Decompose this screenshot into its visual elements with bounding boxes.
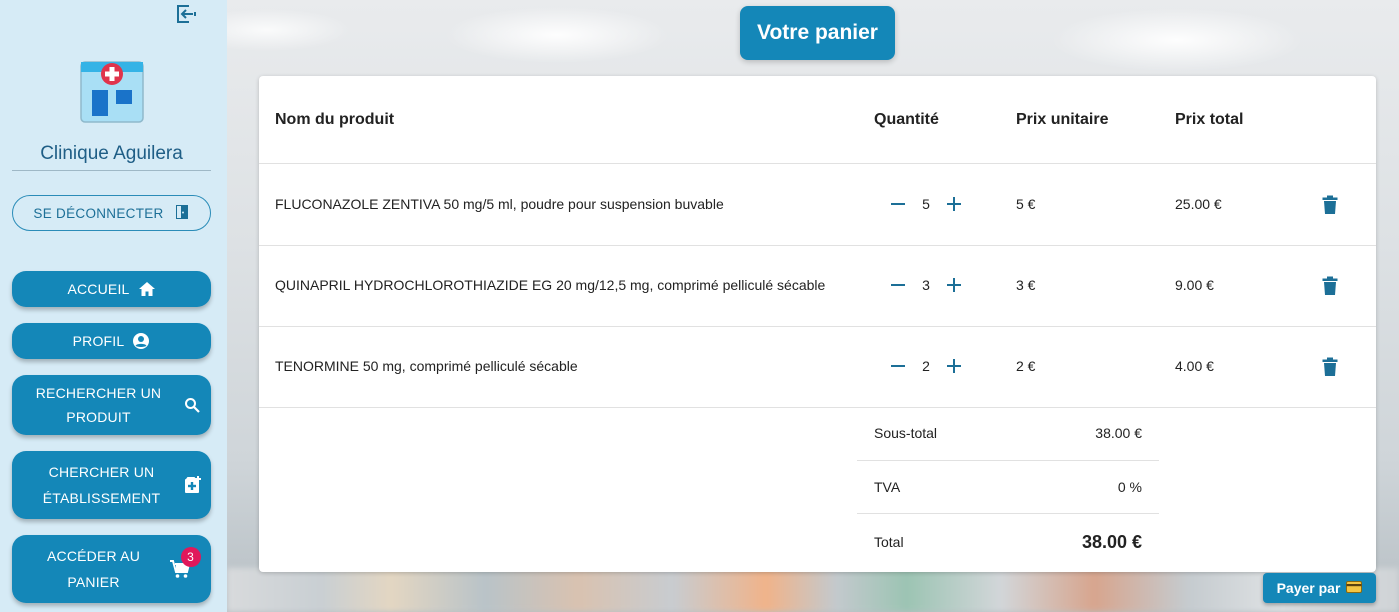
table-row: QUINAPRIL HYDROCHLOROTHIAZIDE EG 20 mg/1… xyxy=(259,246,1376,327)
table-header: Nom du produit Quantité Prix unitaire Pr… xyxy=(259,76,1376,164)
exit-door-icon xyxy=(174,204,190,223)
collapse-sidebar-icon[interactable] xyxy=(176,4,198,24)
tax-value: 0 % xyxy=(1117,479,1142,495)
decrease-quantity-button[interactable] xyxy=(889,195,907,213)
total-value: 38.00 € xyxy=(1081,532,1142,552)
nav-find-establishment-label: CHERCHER UN ÉTABLISSEMENT xyxy=(42,464,161,506)
subtotal-row: Sous-total 38.00 € xyxy=(857,408,1159,461)
header-total-price: Prix total xyxy=(1175,111,1244,128)
subtotal-label: Sous-total xyxy=(874,425,938,441)
cart-count-badge: 3 xyxy=(180,547,201,567)
increase-quantity-button[interactable] xyxy=(945,195,963,213)
total-price: 4.00 € xyxy=(1175,358,1214,374)
delete-icon[interactable] xyxy=(1322,276,1340,298)
pay-button[interactable]: Payer par xyxy=(1263,573,1376,603)
cart-panel: Nom du produit Quantité Prix unitaire Pr… xyxy=(259,76,1376,572)
increase-quantity-button[interactable] xyxy=(945,276,963,294)
nav-search-product-label: RECHERCHER UN PRODUIT xyxy=(35,385,162,425)
product-name: FLUCONAZOLE ZENTIVA 50 mg/5 ml, poudre p… xyxy=(275,196,724,212)
decrease-quantity-button[interactable] xyxy=(889,276,907,294)
table-row: TENORMINE 50 mg, comprimé pelliculé séca… xyxy=(259,327,1376,408)
header-quantity: Quantité xyxy=(874,111,939,128)
quantity-value: 5 xyxy=(922,196,930,212)
clinic-name: Clinique Aguilera xyxy=(40,143,183,164)
nav-cart-button[interactable]: ACCÉDER AU PANIER 3 xyxy=(12,535,211,603)
shopping-cart-icon: 3 xyxy=(169,547,201,579)
product-name: QUINAPRIL HYDROCHLOROTHIAZIDE EG 20 mg/1… xyxy=(275,277,826,293)
sidebar: Clinique Aguilera SE DÉCONNECTER ACCUEIL… xyxy=(0,0,227,612)
clinic-logo xyxy=(80,60,144,124)
account-circle-icon xyxy=(132,332,150,350)
tax-row: TVA 0 % xyxy=(857,461,1159,514)
nav-profile-label: PROFIL xyxy=(72,333,125,349)
logout-label: SE DÉCONNECTER xyxy=(33,205,164,221)
header-unit-price: Prix unitaire xyxy=(1016,111,1109,128)
search-icon xyxy=(184,397,200,413)
nav-cart-label: ACCÉDER AU PANIER xyxy=(46,548,141,590)
total-price: 25.00 € xyxy=(1175,196,1222,212)
delete-icon[interactable] xyxy=(1322,195,1340,217)
delete-icon[interactable] xyxy=(1322,357,1340,379)
nav-home-label: ACCUEIL xyxy=(67,281,130,297)
total-row: Total 38.00 € xyxy=(857,514,1159,567)
decrease-quantity-button[interactable] xyxy=(889,357,907,375)
nav-find-establishment-button[interactable]: CHERCHER UN ÉTABLISSEMENT xyxy=(12,451,211,519)
home-icon xyxy=(138,281,156,297)
increase-quantity-button[interactable] xyxy=(945,357,963,375)
unit-price: 5 € xyxy=(1016,196,1036,212)
credit-card-icon xyxy=(1346,580,1363,596)
pay-label: Payer par xyxy=(1276,580,1341,596)
logout-button[interactable]: SE DÉCONNECTER xyxy=(12,195,211,231)
total-price: 9.00 € xyxy=(1175,277,1214,293)
subtotal-value: 38.00 € xyxy=(1095,425,1142,441)
table-row: FLUCONAZOLE ZENTIVA 50 mg/5 ml, poudre p… xyxy=(259,165,1376,246)
product-name: TENORMINE 50 mg, comprimé pelliculé séca… xyxy=(275,358,578,374)
divider xyxy=(12,170,211,171)
quantity-value: 3 xyxy=(922,277,930,293)
background-shelf xyxy=(227,568,1399,612)
page-title: Votre panier xyxy=(740,6,895,60)
total-label: Total xyxy=(874,534,904,550)
quantity-value: 2 xyxy=(922,358,930,374)
unit-price: 3 € xyxy=(1016,277,1036,293)
nav-home-button[interactable]: ACCUEIL xyxy=(12,271,211,307)
nav-profile-button[interactable]: PROFIL xyxy=(12,323,211,359)
header-product: Nom du produit xyxy=(275,111,395,128)
tax-label: TVA xyxy=(874,479,901,495)
local-pharmacy-icon xyxy=(183,475,203,495)
unit-price: 2 € xyxy=(1016,358,1036,374)
nav-search-product-button[interactable]: RECHERCHER UN PRODUIT xyxy=(12,375,211,435)
